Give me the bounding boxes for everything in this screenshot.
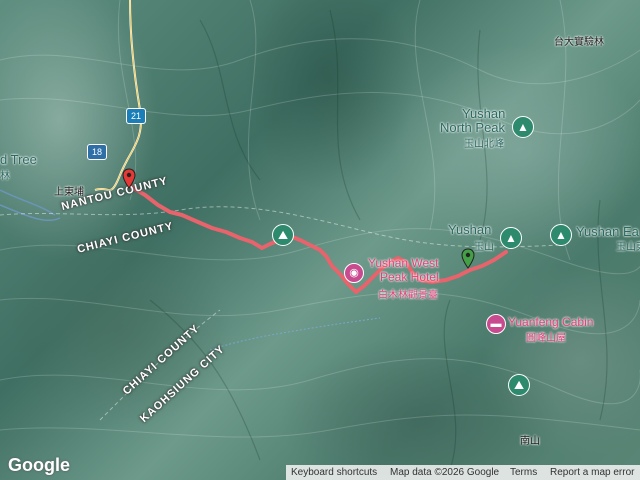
camera-poi[interactable]: ◉ [344, 263, 364, 283]
bed-poi[interactable]: ▬ [486, 314, 506, 334]
peak-poi-main[interactable]: ▲ [500, 227, 522, 249]
label-north-peak-en: Yushan [462, 106, 506, 121]
river [0, 189, 61, 222]
label-main-peak-en: Yushan [448, 222, 492, 237]
label-forest: 台大實驗林 [554, 37, 604, 48]
route-21-shield: 21 [126, 108, 146, 124]
google-logo: Google [8, 455, 70, 475]
label-cabin-zh: 圓峰山屋 [526, 333, 566, 344]
hiking-route [128, 184, 508, 294]
peak-poi-east[interactable]: ▲ [550, 224, 572, 246]
label-west-peak-zh: 白木林觀景臺 [378, 290, 438, 301]
terms-link[interactable]: Terms [510, 467, 537, 478]
label-tree-zh: 林 [0, 171, 10, 182]
label-east-peak-en: Yushan Ea [576, 224, 639, 239]
label-cabin-en: Yuanfeng Cabin [508, 315, 594, 329]
red-marker-icon[interactable] [122, 168, 136, 190]
hiker-poi-south[interactable]: ⛰ [508, 374, 530, 396]
hiker-poi-route[interactable]: ⛰ [272, 224, 294, 246]
route-18-shield: 18 [87, 144, 107, 160]
label-west-peak-en2: Peak Hotel [380, 270, 439, 284]
label-village: 上東埔 [54, 187, 84, 198]
label-north-peak-en2: North Peak [440, 120, 506, 135]
label-south-mountain: 南山 [520, 436, 540, 447]
label-north-peak-zh: 玉山北峰 [464, 139, 504, 150]
map-view[interactable]: 21 18 NANTOU COUNTY CHIAYI COUNTY CHIAYI… [0, 0, 640, 480]
label-east-peak-zh: 玉山東 [616, 242, 640, 253]
map-data-label: Map data ©2026 Google [390, 467, 500, 478]
river [209, 317, 381, 351]
label-main-peak-zh: 玉山 [474, 242, 494, 253]
label-tree-en: d Tree [0, 152, 37, 167]
attribution-bar: Keyboard shortcuts Map data ©2026 Google… [286, 465, 640, 480]
keyboard-shortcuts-link[interactable]: Keyboard shortcuts [291, 467, 377, 478]
report-map-error-link[interactable]: Report a map error [550, 467, 634, 478]
label-west-peak-en: Yushan West [368, 256, 439, 270]
peak-poi-north[interactable]: ▲ [512, 116, 534, 138]
green-marker-icon[interactable] [461, 248, 475, 270]
